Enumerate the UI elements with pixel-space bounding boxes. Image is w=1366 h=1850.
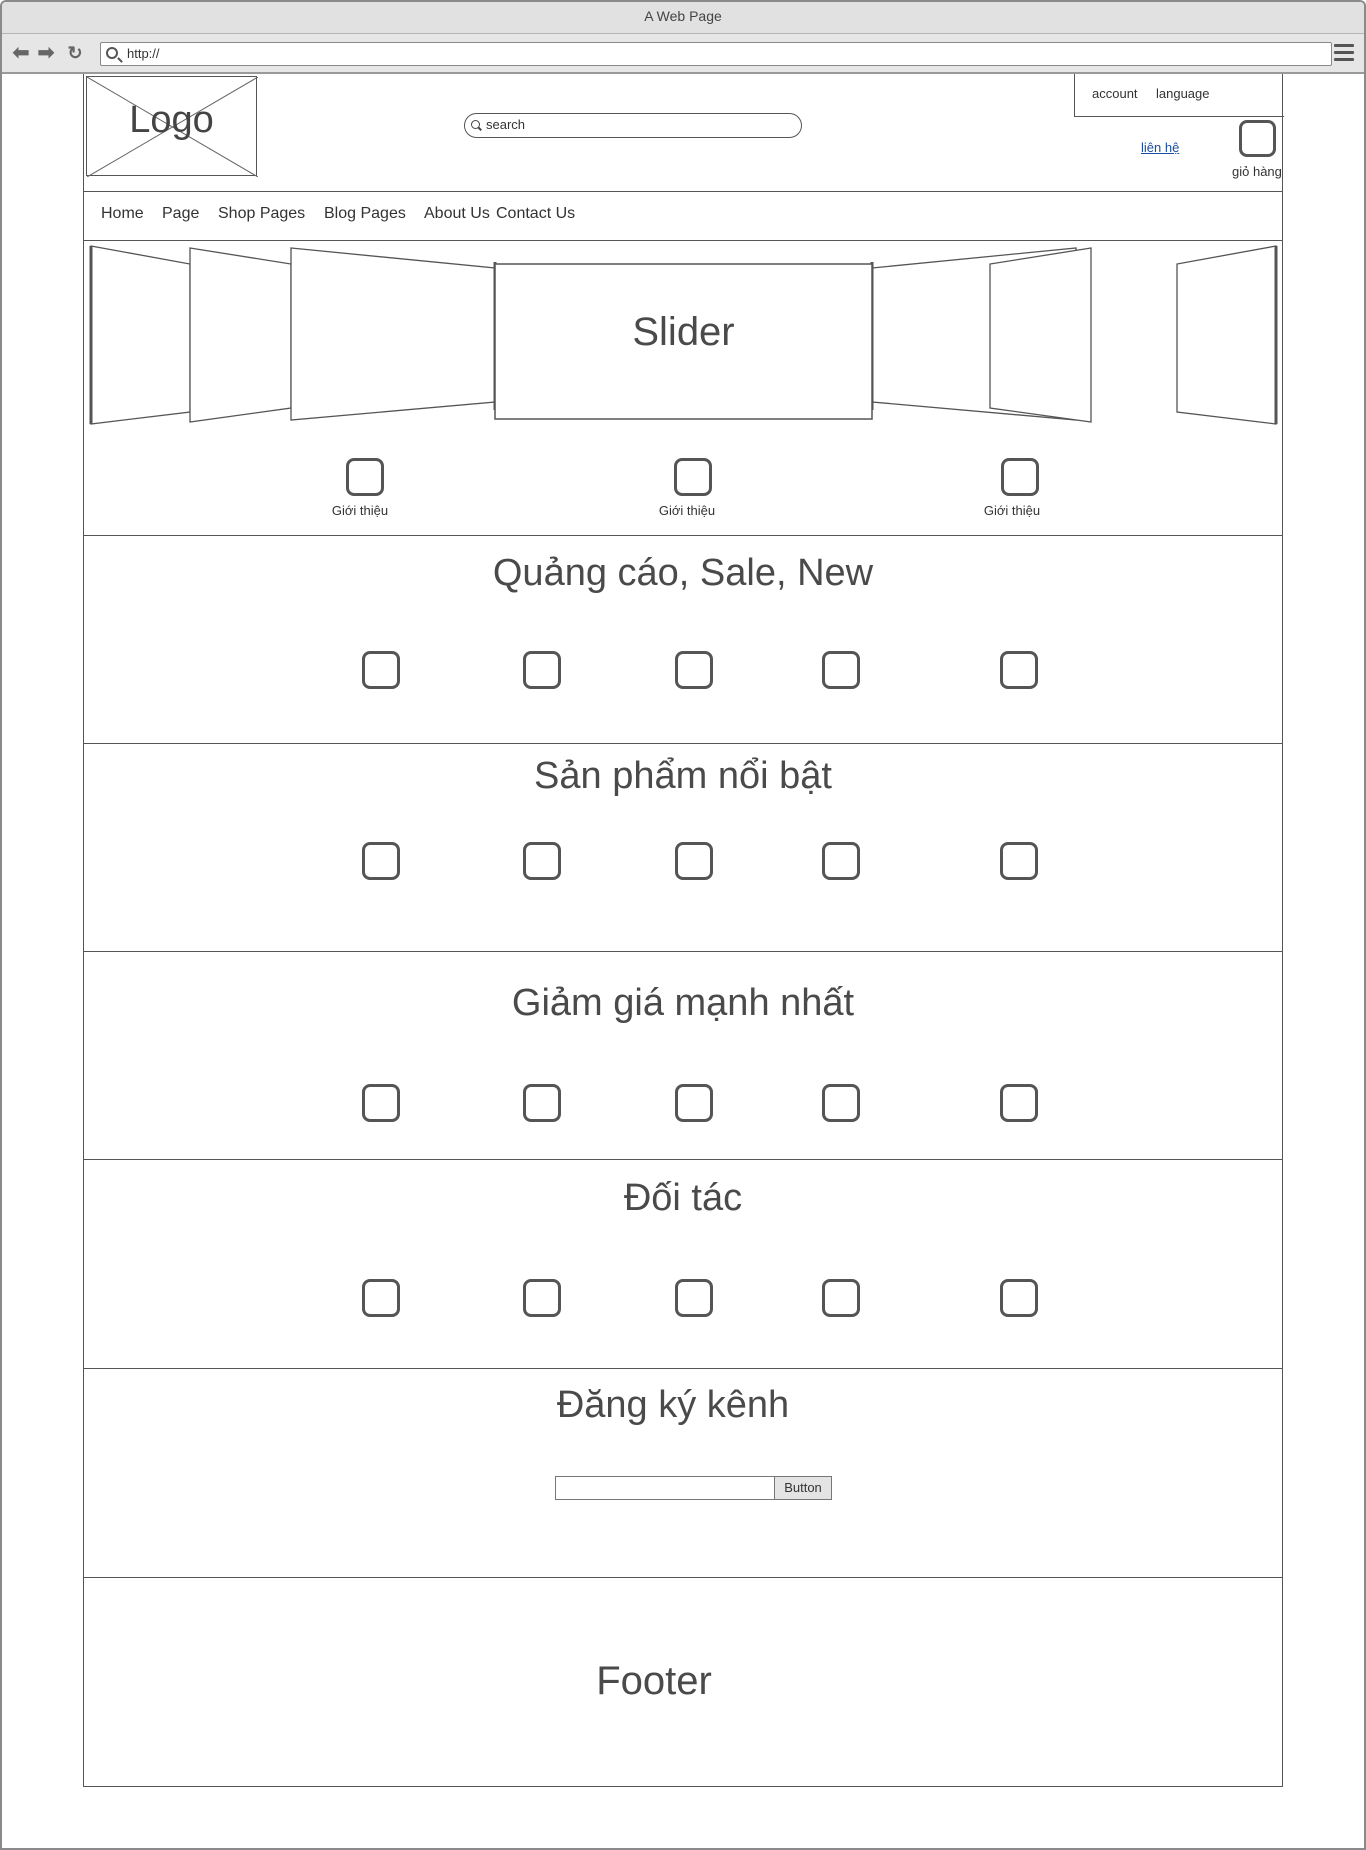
url-text: http://	[127, 46, 160, 61]
intro-label: Giới thiệu	[983, 503, 1041, 518]
search-icon	[106, 47, 118, 59]
account-language-box: account language	[1074, 74, 1284, 117]
divider	[84, 240, 1282, 241]
search-placeholder: search	[486, 117, 526, 132]
divider	[84, 535, 1282, 536]
subscribe-button[interactable]: Button	[774, 1476, 832, 1500]
intro-icon[interactable]	[1001, 458, 1039, 496]
browser-window: A Web Page ⬅ ➡ ↻ http:// Logo search acc…	[0, 0, 1366, 1850]
window-title: A Web Page	[2, 2, 1364, 34]
product-item[interactable]	[675, 842, 713, 880]
browser-toolbar: ⬅ ➡ ↻ http://	[2, 34, 1364, 74]
footer-label: Footer	[596, 1659, 712, 1703]
intro-label: Giới thiệu	[658, 503, 716, 518]
logo[interactable]: Logo	[86, 76, 258, 177]
ad-item[interactable]	[1000, 651, 1038, 689]
section-title-featured: Sản phẩm nổi bật	[534, 755, 832, 797]
intro-label: Giới thiệu	[331, 503, 389, 518]
section-title-subscribe: Đăng ký kênh	[556, 1384, 790, 1426]
partner-item[interactable]	[1000, 1279, 1038, 1317]
slider-label: Slider	[632, 310, 735, 354]
discount-item[interactable]	[362, 1084, 400, 1122]
nav-item-shop-pages[interactable]: Shop Pages	[218, 205, 305, 223]
ad-item[interactable]	[362, 651, 400, 689]
nav-item-contact-us[interactable]: Contact Us	[496, 205, 575, 223]
section-title-ads: Quảng cáo, Sale, New	[492, 552, 874, 594]
cart-label: giỏ hàng	[1232, 164, 1282, 179]
product-item[interactable]	[523, 842, 561, 880]
intro-icon[interactable]	[346, 458, 384, 496]
divider	[84, 743, 1282, 744]
reload-icon[interactable]: ↻	[64, 42, 86, 64]
partner-item[interactable]	[822, 1279, 860, 1317]
discount-item[interactable]	[523, 1084, 561, 1122]
intro-icon[interactable]	[674, 458, 712, 496]
product-item[interactable]	[362, 842, 400, 880]
discount-item[interactable]	[1000, 1084, 1038, 1122]
ad-item[interactable]	[822, 651, 860, 689]
cart-icon[interactable]	[1239, 120, 1276, 157]
section-title-discount: Giảm giá mạnh nhất	[511, 982, 855, 1024]
contact-link[interactable]: liên hệ	[1141, 140, 1179, 155]
nav-item-blog-pages[interactable]: Blog Pages	[324, 205, 406, 223]
product-item[interactable]	[822, 842, 860, 880]
partner-item[interactable]	[523, 1279, 561, 1317]
back-arrow-icon[interactable]: ⬅	[10, 42, 32, 64]
search-input[interactable]: search	[464, 113, 802, 138]
forward-arrow-icon[interactable]: ➡	[35, 42, 57, 64]
product-item[interactable]	[1000, 842, 1038, 880]
nav-item-home[interactable]: Home	[101, 205, 144, 223]
search-icon	[471, 120, 480, 129]
divider	[84, 191, 1282, 192]
divider	[84, 1577, 1282, 1578]
partner-item[interactable]	[675, 1279, 713, 1317]
nav-item-about-us[interactable]: About Us	[424, 205, 490, 223]
ad-item[interactable]	[523, 651, 561, 689]
nav-item-page[interactable]: Page	[162, 205, 199, 223]
divider	[84, 1159, 1282, 1160]
subscribe-input[interactable]	[555, 1476, 775, 1500]
ad-item[interactable]	[675, 651, 713, 689]
account-link[interactable]: account	[1092, 86, 1138, 101]
discount-item[interactable]	[822, 1084, 860, 1122]
logo-text: Logo	[129, 99, 214, 141]
language-link[interactable]: language	[1156, 86, 1210, 101]
discount-item[interactable]	[675, 1084, 713, 1122]
section-title-partners: Đối tác	[623, 1177, 743, 1219]
divider	[84, 951, 1282, 952]
partner-item[interactable]	[362, 1279, 400, 1317]
hamburger-menu-icon[interactable]	[1334, 44, 1354, 62]
divider	[84, 1368, 1282, 1369]
page-frame: Logo search account language liên hệ giỏ…	[83, 74, 1284, 1787]
address-bar[interactable]: http://	[100, 42, 1332, 66]
